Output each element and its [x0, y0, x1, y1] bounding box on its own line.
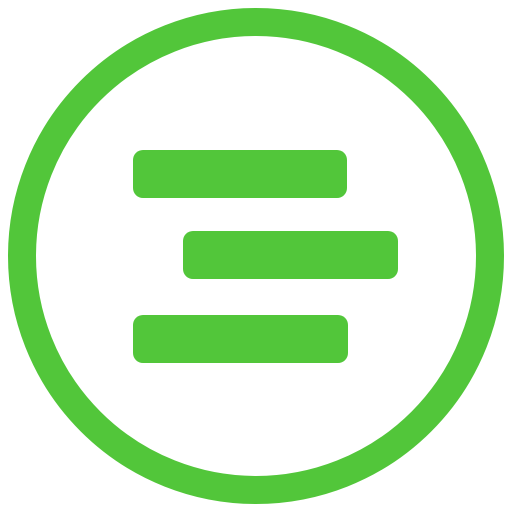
- staggered-lines-circle-icon: [8, 8, 504, 504]
- bottom-bar: [133, 315, 348, 363]
- top-bar: [133, 150, 347, 198]
- icon-canvas: [0, 0, 512, 512]
- middle-bar: [183, 231, 398, 279]
